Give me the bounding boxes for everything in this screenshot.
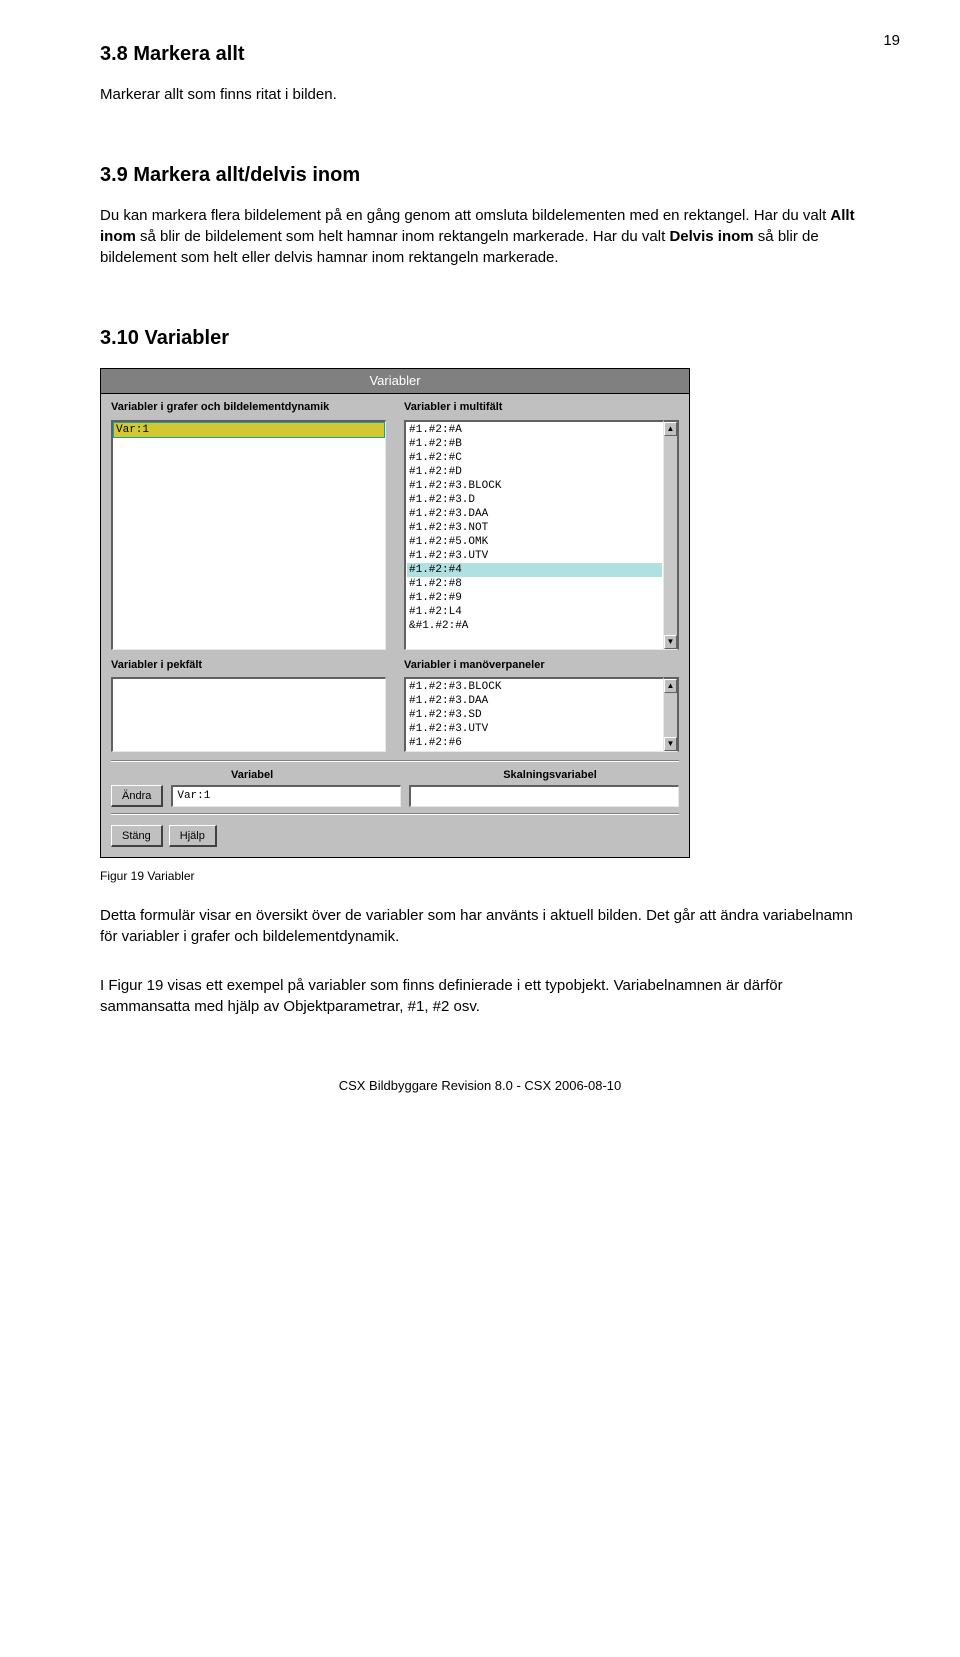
listbox-grafer[interactable]: Var:1 xyxy=(111,420,386,650)
scrollbar[interactable]: ▲ ▼ xyxy=(664,677,679,752)
andra-button[interactable]: Ändra xyxy=(111,785,163,807)
separator xyxy=(111,813,679,815)
list-item[interactable]: Var:1 xyxy=(114,423,384,437)
body-para-1: Detta formulär visar en översikt över de… xyxy=(100,905,860,947)
list-item[interactable]: #1.#2:#3.NOT xyxy=(407,521,662,535)
text-fragment: Du kan markera flera bildelement på en g… xyxy=(100,207,830,224)
list-item[interactable]: #1.#2:#3.DAA xyxy=(407,694,662,708)
label-multifalt: Variabler i multifält xyxy=(404,400,679,415)
list-item[interactable]: #1.#2:#C xyxy=(407,451,662,465)
list-item[interactable]: #1.#2:#3.UTV xyxy=(407,549,662,563)
list-item[interactable]: #1.#2:#3.BLOCK xyxy=(407,479,662,493)
list-item[interactable]: #1.#2:#8 xyxy=(407,577,662,591)
hjalp-button[interactable]: Hjälp xyxy=(169,825,217,847)
scroll-down-icon[interactable]: ▼ xyxy=(664,635,677,649)
list-item[interactable]: #1.#2:#9 xyxy=(407,591,662,605)
text-fragment: så blir de bildelement som helt hamnar i… xyxy=(136,228,670,245)
page-number: 19 xyxy=(883,30,900,51)
heading-3-8: 3.8 Markera allt xyxy=(100,40,860,68)
label-skalningsvariabel: Skalningsvariabel xyxy=(503,768,597,783)
separator xyxy=(111,760,679,762)
list-item[interactable]: #1.#2:#3.BLOCK xyxy=(407,680,662,694)
list-item[interactable]: #1.#2:#3.DAA xyxy=(407,507,662,521)
list-item[interactable]: #1.#2:#3.UTV xyxy=(407,722,662,736)
listbox-manoverpaneler[interactable]: #1.#2:#3.BLOCK#1.#2:#3.DAA#1.#2:#3.SD#1.… xyxy=(404,677,664,752)
list-item[interactable]: #1.#2:#A xyxy=(407,423,662,437)
listbox-pekfalt[interactable] xyxy=(111,677,386,752)
body-para-2: I Figur 19 visas ett exempel på variable… xyxy=(100,975,860,1017)
list-item[interactable]: #1.#2:#3.D xyxy=(407,493,662,507)
para-3-9: Du kan markera flera bildelement på en g… xyxy=(100,205,860,268)
page-footer: CSX Bildbyggare Revision 8.0 - CSX 2006-… xyxy=(100,1077,860,1095)
variabel-input[interactable]: Var:1 xyxy=(171,785,401,807)
list-item[interactable]: #1.#2:#4 xyxy=(407,563,662,577)
label-grafer-dynamik: Variabler i grafer och bildelementdynami… xyxy=(111,400,386,415)
list-item[interactable]: #1.#2:#D xyxy=(407,465,662,479)
dialog-title: Variabler xyxy=(101,369,689,394)
label-manoverpaneler: Variabler i manöverpaneler xyxy=(404,658,679,673)
para-3-8: Markerar allt som finns ritat i bilden. xyxy=(100,84,860,105)
figure-caption: Figur 19 Variabler xyxy=(100,868,860,885)
heading-3-9: 3.9 Markera allt/delvis inom xyxy=(100,161,860,189)
variabler-dialog: Variabler Variabler i grafer och bildele… xyxy=(100,368,690,858)
label-variabel: Variabel xyxy=(231,768,273,783)
listbox-multifalt[interactable]: #1.#2:#A#1.#2:#B#1.#2:#C#1.#2:#D#1.#2:#3… xyxy=(404,420,664,650)
scrollbar[interactable]: ▲ ▼ xyxy=(664,420,679,650)
list-item[interactable]: #1.#2:#5.OMK xyxy=(407,535,662,549)
stang-button[interactable]: Stäng xyxy=(111,825,163,847)
heading-3-10: 3.10 Variabler xyxy=(100,324,860,352)
list-item[interactable]: #1.#2:#3.SD xyxy=(407,708,662,722)
bold-delvis-inom: Delvis inom xyxy=(669,228,753,245)
list-item[interactable]: #1.#2:L4 xyxy=(407,605,662,619)
scroll-up-icon[interactable]: ▲ xyxy=(664,679,677,693)
list-item[interactable]: &#1.#2:#A xyxy=(407,619,662,633)
list-item[interactable]: #1.#2:#6 xyxy=(407,736,662,750)
label-pekfalt: Variabler i pekfält xyxy=(111,658,386,673)
list-item[interactable]: #1.#2:#B xyxy=(407,437,662,451)
scroll-down-icon[interactable]: ▼ xyxy=(664,737,677,751)
skalning-input[interactable] xyxy=(409,785,679,807)
scroll-up-icon[interactable]: ▲ xyxy=(664,422,677,436)
